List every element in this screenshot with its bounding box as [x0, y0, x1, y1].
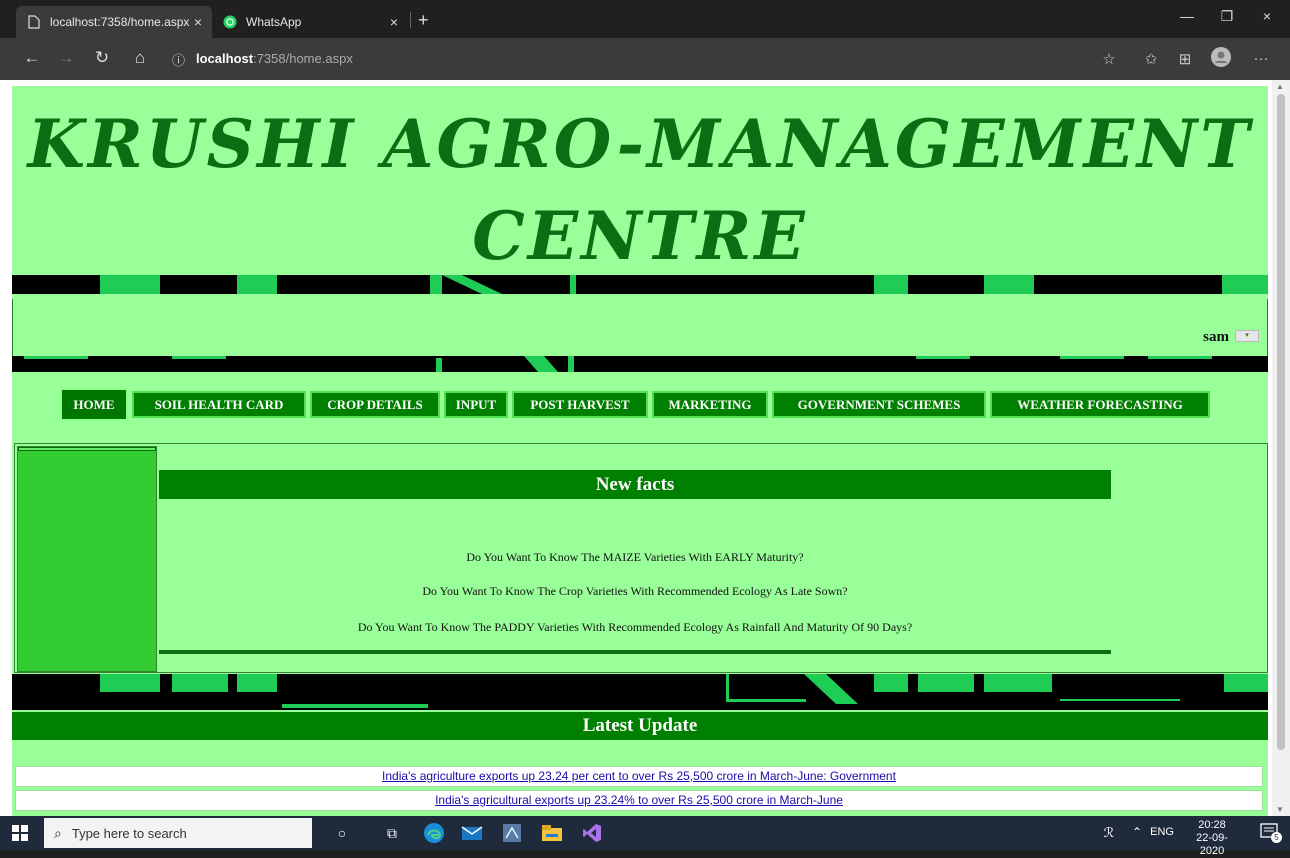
info-icon[interactable]: ⓘ — [172, 50, 185, 69]
close-tab-icon[interactable]: × — [194, 14, 202, 30]
page-viewport: KRUSHI AGRO-MANAGEMENT CENTRE sam ▾ HOME… — [0, 80, 1290, 816]
profile-avatar[interactable] — [1210, 47, 1232, 71]
favorite-star-icon[interactable]: ☆ — [1098, 50, 1120, 68]
sidebar-topbar — [18, 447, 156, 451]
main-nav: HOME SOIL HEALTH CARD CROP DETAILS INPUT… — [12, 388, 1268, 421]
people-icon[interactable]: ℛ — [1104, 825, 1114, 841]
site-title: KRUSHI AGRO-MANAGEMENT CENTRE — [27, 105, 1253, 275]
browser-tab-home[interactable]: localhost:7358/home.aspx × — [16, 6, 212, 38]
news-link[interactable]: India's agricultural exports up 23.24% t… — [435, 793, 843, 807]
facts-divider — [159, 650, 1111, 654]
news-link[interactable]: India's agriculture exports up 23.24 per… — [382, 769, 896, 783]
sql-server-icon[interactable] — [500, 821, 524, 845]
favorites-icon[interactable]: ✩ — [1140, 50, 1162, 68]
search-placeholder: Type here to search — [71, 825, 187, 841]
edge-icon[interactable] — [422, 821, 446, 845]
home-button[interactable]: ⌂ — [128, 48, 152, 68]
nav-weather-forecasting[interactable]: WEATHER FORECASTING — [990, 391, 1210, 418]
cortana-icon[interactable]: ○ — [330, 821, 354, 845]
back-button[interactable]: ← — [20, 48, 44, 68]
tab-title: localhost:7358/home.aspx — [50, 15, 190, 29]
forward-button[interactable]: → — [54, 48, 78, 68]
notification-badge: 5 — [1271, 832, 1282, 843]
fact-item[interactable]: Do You Want To Know The Crop Varieties W… — [159, 584, 1111, 599]
fact-item[interactable]: Do You Want To Know The MAIZE Varieties … — [159, 550, 1111, 565]
task-view-icon[interactable]: ⧉ — [380, 821, 404, 845]
clock-date: 22-09-2020 — [1196, 832, 1228, 857]
url-text: localhost:7358/home.aspx — [196, 51, 353, 66]
facts-sidebar — [17, 446, 157, 672]
fact-item[interactable]: Do You Want To Know The PADDY Varieties … — [159, 620, 1111, 635]
tab-title: WhatsApp — [246, 15, 302, 29]
language-indicator[interactable]: ENG — [1150, 826, 1174, 838]
visual-studio-icon[interactable] — [580, 821, 604, 845]
address-bar[interactable]: ⓘ localhost:7358/home.aspx — [160, 43, 1080, 75]
nav-government-schemes[interactable]: GOVERNMENT SCHEMES — [772, 391, 986, 418]
file-explorer-icon[interactable] — [540, 821, 564, 845]
clock-time: 20:28 — [1198, 819, 1226, 831]
user-bar: sam ▾ — [12, 299, 1268, 363]
nav-post-harvest[interactable]: POST HARVEST — [512, 391, 648, 418]
browser-tab-bar: localhost:7358/home.aspx × WhatsApp × + … — [0, 0, 1290, 38]
close-tab-icon[interactable]: × — [390, 14, 398, 30]
notification-icon[interactable]: 5 — [1260, 823, 1282, 843]
new-tab-button[interactable]: + — [418, 10, 429, 31]
scrollbar-thumb[interactable] — [1277, 94, 1285, 750]
browser-tab-whatsapp[interactable]: WhatsApp × — [212, 6, 408, 38]
taskbar-search-box[interactable]: ⌕ Type here to search — [44, 818, 312, 848]
clock[interactable]: 20:28 22-09-2020 — [1184, 819, 1240, 858]
decorative-stripe — [12, 674, 1268, 710]
search-icon: ⌕ — [54, 824, 62, 841]
nav-marketing[interactable]: MARKETING — [652, 391, 768, 418]
site-page: KRUSHI AGRO-MANAGEMENT CENTRE sam ▾ HOME… — [12, 86, 1268, 816]
more-menu-button[interactable]: ··· — [1250, 50, 1272, 67]
facts-panel: New facts Do You Want To Know The MAIZE … — [14, 443, 1268, 673]
nav-soil-health-card[interactable]: SOIL HEALTH CARD — [132, 391, 306, 418]
vertical-scrollbar[interactable]: ▲ ▼ — [1272, 80, 1290, 816]
tab-divider — [410, 12, 411, 28]
latest-update-heading: Latest Update — [12, 712, 1268, 740]
close-window-button[interactable]: × — [1252, 8, 1282, 24]
url-path: :7358/home.aspx — [253, 51, 353, 66]
scroll-up-icon[interactable]: ▲ — [1276, 82, 1284, 91]
windows-taskbar: ⌕ Type here to search ○ ⧉ ℛ ⌃ ENG 20:28 … — [0, 816, 1290, 857]
url-host: localhost — [196, 51, 254, 66]
refresh-button[interactable]: ↻ — [90, 48, 114, 68]
news-row: India's agricultural exports up 23.24% t… — [15, 790, 1263, 811]
decorative-stripe — [12, 275, 1268, 294]
mail-icon[interactable] — [460, 821, 484, 845]
username-label: sam — [1203, 329, 1229, 345]
minimize-button[interactable]: — — [1172, 8, 1202, 24]
user-dropdown[interactable]: ▾ — [1235, 330, 1259, 342]
collections-icon[interactable]: ⊞ — [1174, 50, 1196, 68]
browser-toolbar: ← → ↻ ⌂ ⓘ localhost:7358/home.aspx ☆ ✩ ⊞… — [0, 38, 1290, 80]
nav-input[interactable]: INPUT — [444, 391, 508, 418]
decorative-stripe — [12, 356, 1268, 372]
facts-heading: New facts — [159, 470, 1111, 499]
nav-home[interactable]: HOME — [60, 388, 128, 421]
news-row: India's agriculture exports up 23.24 per… — [15, 766, 1263, 787]
scroll-down-icon[interactable]: ▼ — [1276, 805, 1284, 814]
windows-start-button[interactable] — [12, 825, 28, 841]
page-icon — [26, 14, 42, 30]
chevron-up-icon[interactable]: ⌃ — [1132, 825, 1142, 839]
restore-button[interactable]: ❐ — [1212, 8, 1242, 25]
whatsapp-icon — [222, 14, 238, 30]
nav-crop-details[interactable]: CROP DETAILS — [310, 391, 440, 418]
